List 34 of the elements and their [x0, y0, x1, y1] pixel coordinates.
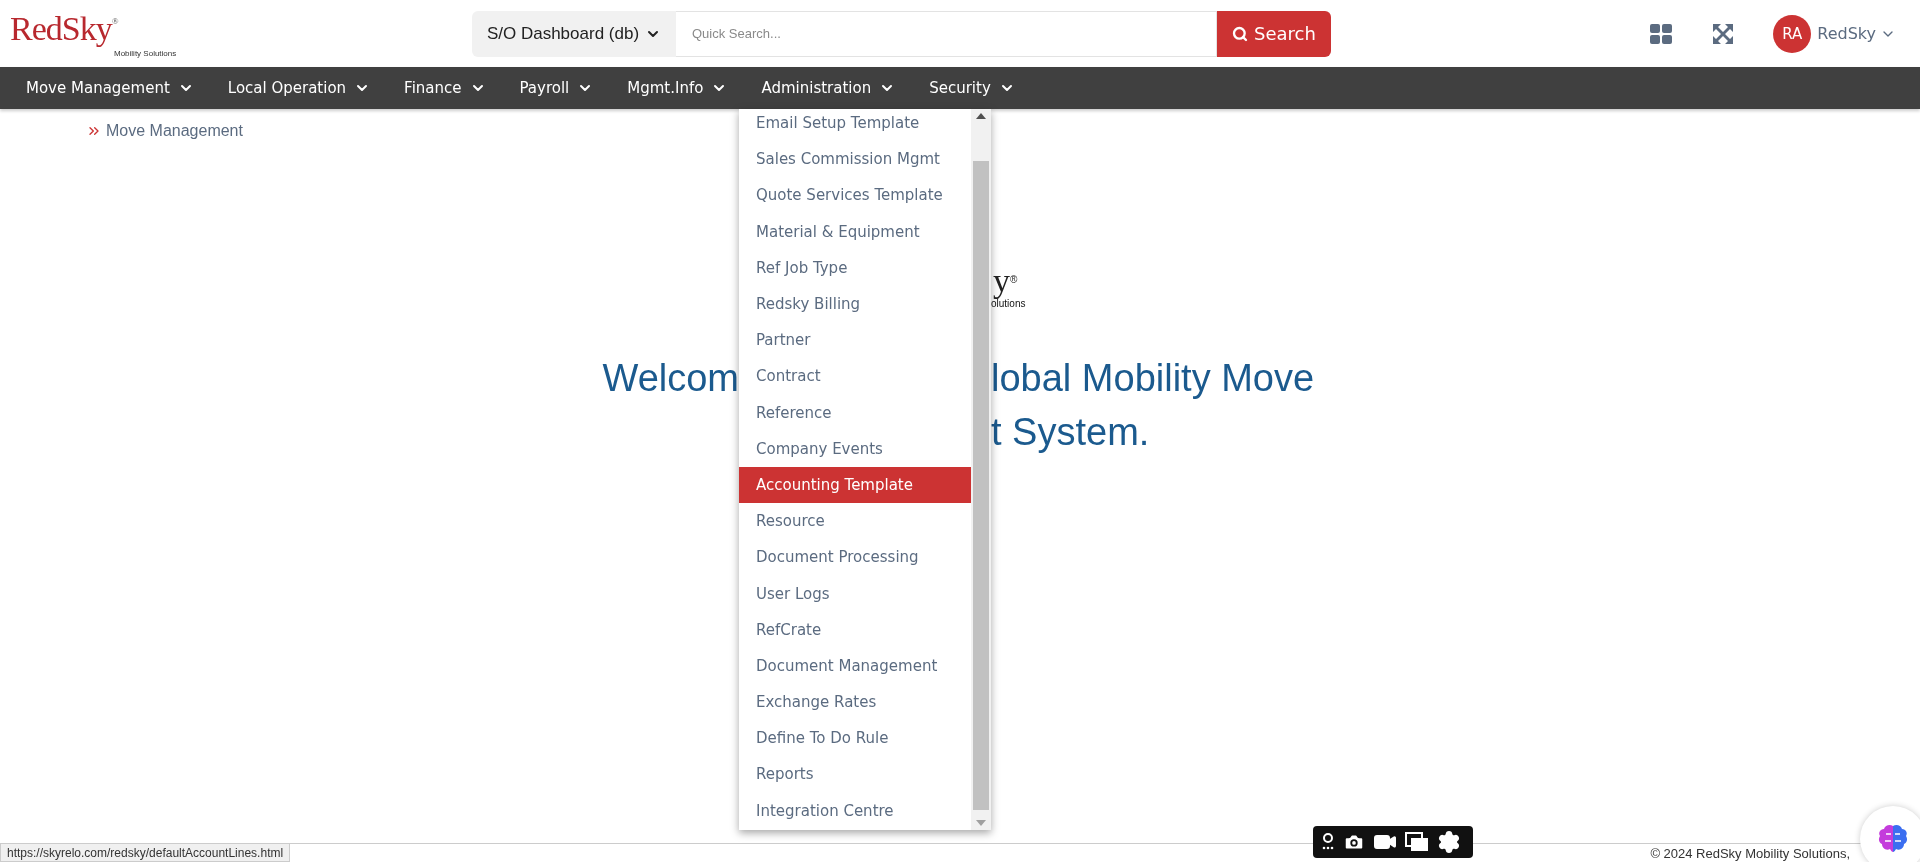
logo-tagline: Mobility Solutions: [114, 48, 177, 58]
registered-mark: ®: [1010, 274, 1018, 285]
logo-tagline: olutions: [991, 298, 1026, 309]
assistant-button[interactable]: [1860, 806, 1920, 862]
status-url: https://skyrelo.com/redsky/defaultAccountLines.html: [0, 843, 291, 862]
fullscreen-icon[interactable]: [1711, 21, 1736, 46]
registered-mark: ®: [111, 15, 119, 26]
nav-item[interactable]: Security: [929, 79, 1015, 97]
nav-item[interactable]: Payroll: [519, 79, 594, 97]
menu-item[interactable]: Email Setup Template: [739, 109, 971, 142]
grid-icon[interactable]: [1649, 21, 1674, 46]
windows-icon[interactable]: [1405, 832, 1429, 852]
welcome-text: lobal Mobility Move: [991, 356, 1315, 401]
nav-item[interactable]: Finance: [404, 79, 486, 97]
breadcrumb-link[interactable]: Move Management: [86, 122, 243, 140]
dashboard-select[interactable]: S/O Dashboard (db): [472, 10, 676, 57]
scrollbar-thumb[interactable]: [973, 161, 989, 810]
menu-item[interactable]: Accounting Template: [739, 466, 971, 504]
user-menu[interactable]: RedSky: [1817, 24, 1896, 43]
search-button[interactable]: Search: [1217, 10, 1331, 57]
copyright-text: © 2024 RedSky Mobility Solutions,: [1650, 846, 1850, 861]
settings-icon[interactable]: [1437, 830, 1461, 854]
welcome-text: Welcom: [602, 356, 739, 401]
search-field[interactable]: Quick Search...: [676, 10, 1217, 57]
nav-item[interactable]: Local Operation: [227, 79, 371, 97]
nav-item[interactable]: Administration: [761, 79, 896, 97]
search-icon: [1232, 25, 1249, 42]
nav-item[interactable]: Mgmt.Info: [627, 79, 728, 97]
user-avatar[interactable]: RA: [1773, 14, 1812, 53]
logo-name: RedSky: [10, 11, 112, 46]
nav-item[interactable]: Move Management: [26, 79, 194, 97]
welcome-text: t System.: [991, 410, 1150, 455]
scrollbar[interactable]: [971, 109, 991, 830]
scroll-up-icon[interactable]: [976, 113, 986, 119]
